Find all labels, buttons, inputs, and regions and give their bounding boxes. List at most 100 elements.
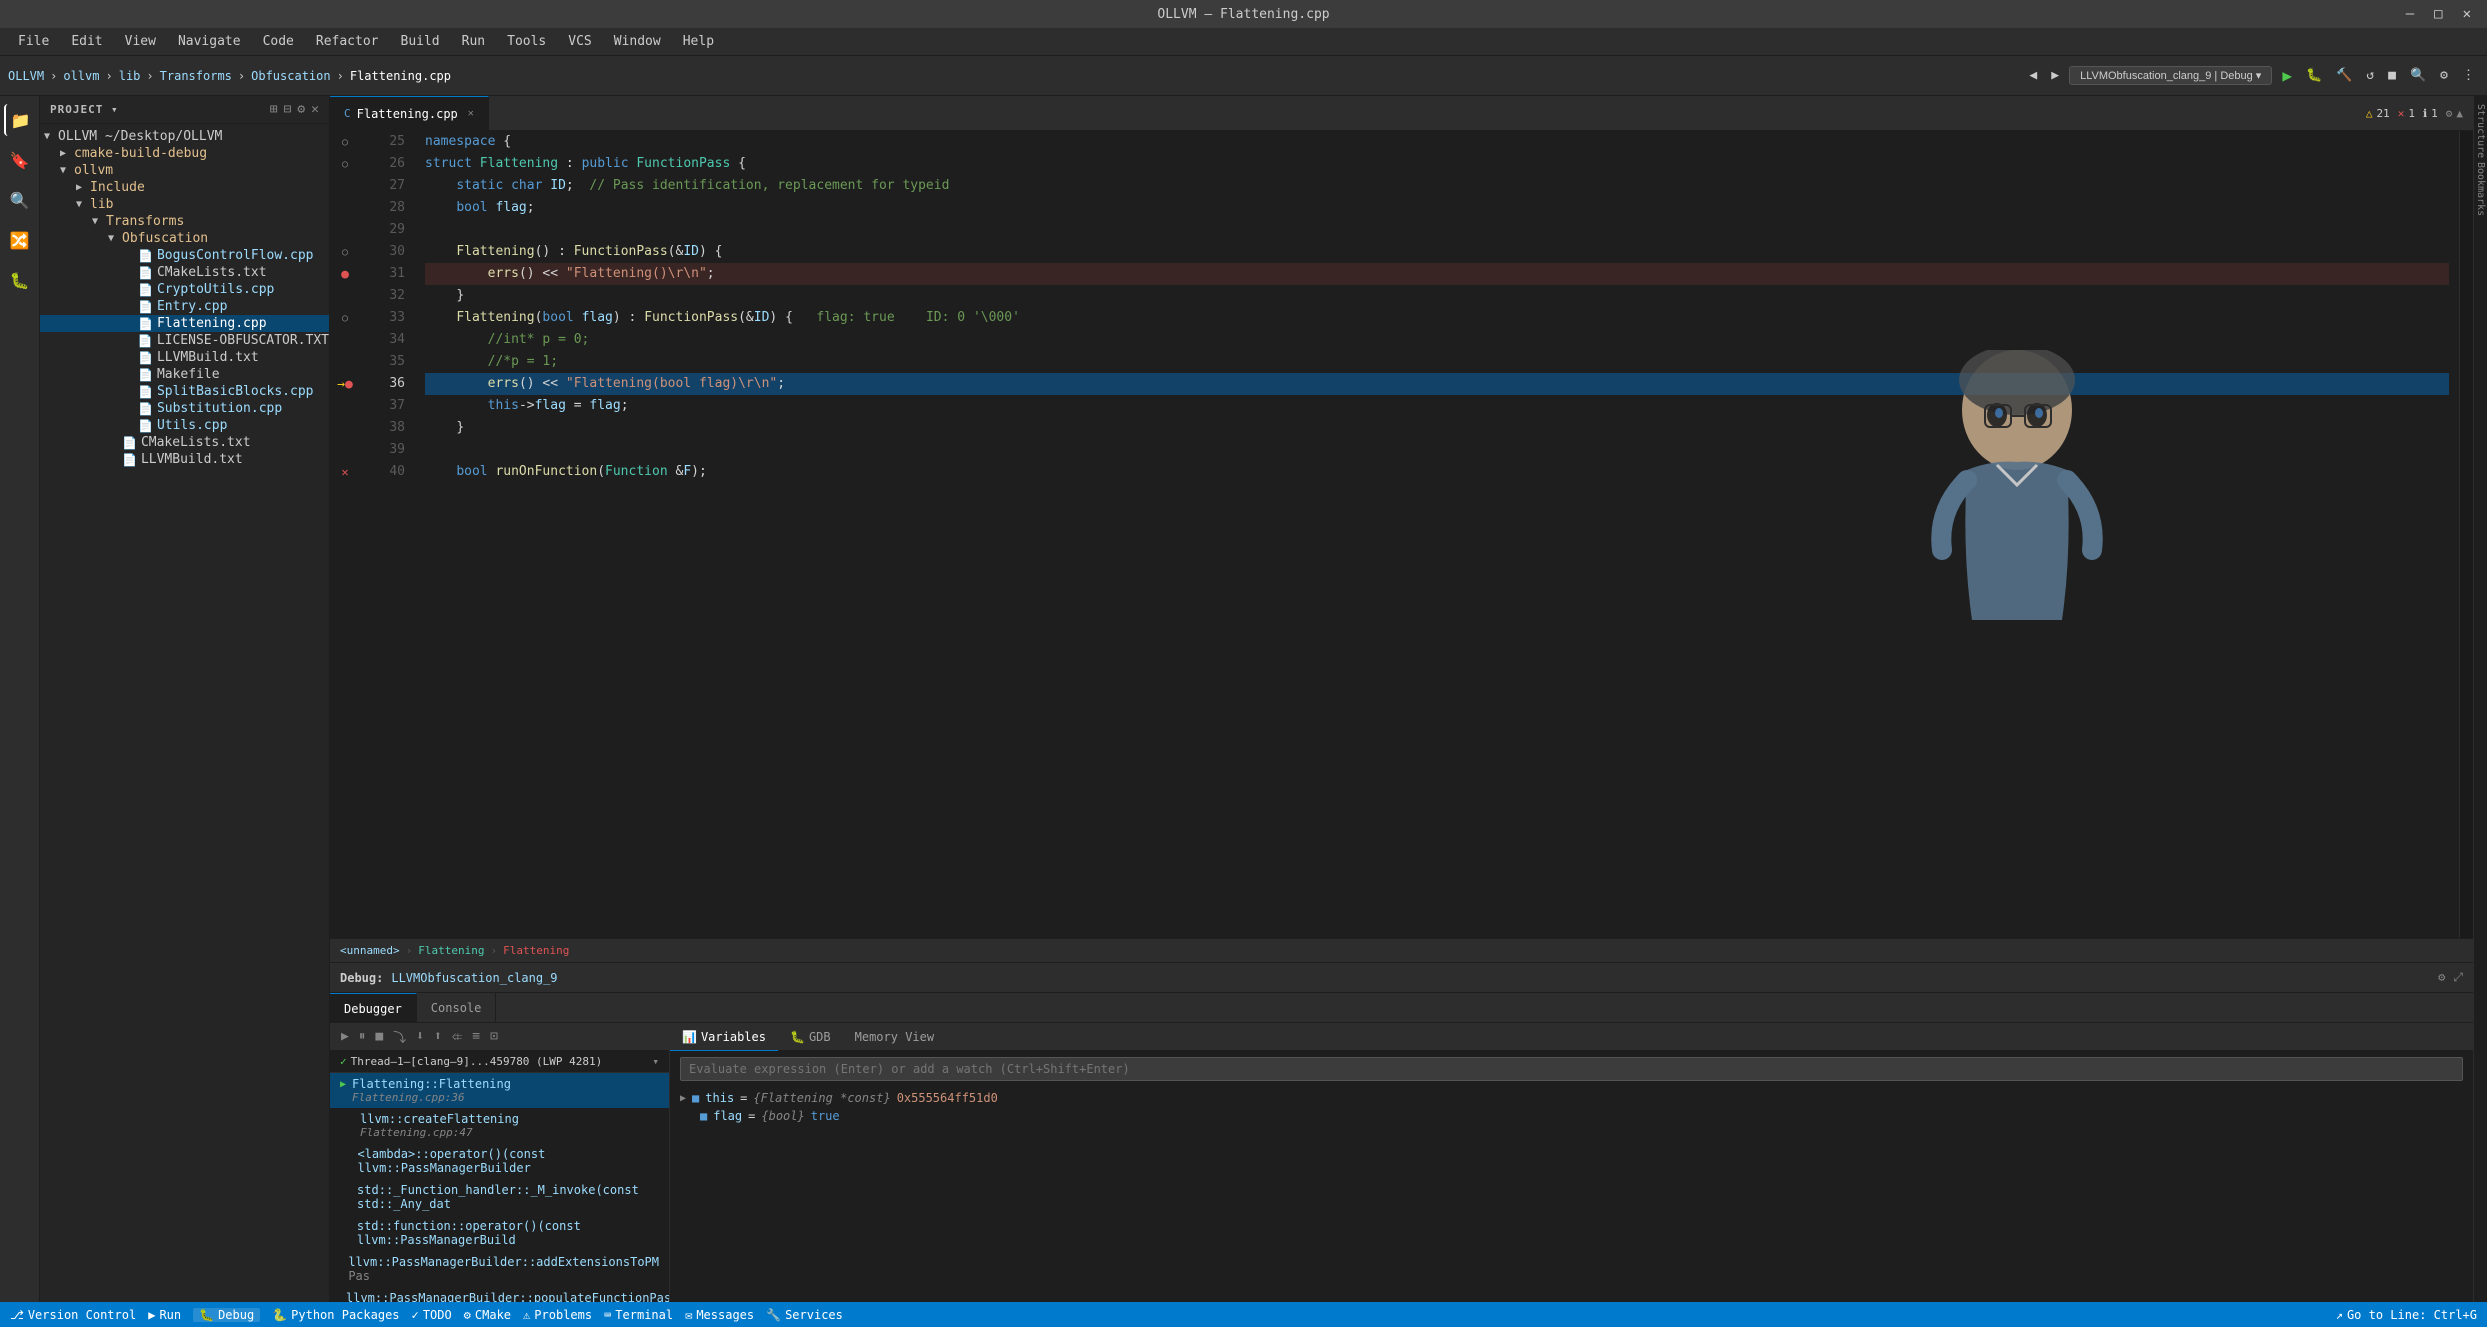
status-todo[interactable]: ✓ TODO	[412, 1308, 452, 1322]
editor-scrollbar[interactable]	[2459, 131, 2473, 938]
debug-tab-debugger[interactable]: Debugger	[330, 993, 417, 1023]
tab-memory[interactable]: Memory View	[843, 1023, 946, 1051]
structure-tab[interactable]: Structure	[2475, 104, 2486, 158]
run-config-btn[interactable]: LLVMObfuscation_clang_9 | Debug ▾	[2069, 66, 2272, 85]
bc-flattening1[interactable]: Flattening	[418, 944, 484, 957]
menu-vcs[interactable]: VCS	[558, 32, 601, 51]
code-editor[interactable]: ○ ○ ○ ● ○ → ●	[330, 131, 2473, 962]
cs-item-0[interactable]: ▶ Flattening::Flattening Flattening.cpp:…	[330, 1073, 669, 1108]
breadcrumb-file[interactable]: Flattening.cpp	[350, 69, 451, 83]
status-problems[interactable]: ⚠ Problems	[523, 1308, 592, 1322]
side-debug-icon[interactable]: 🐛	[4, 264, 36, 296]
cs-item-4[interactable]: std::function::operator()(const llvm::Pa…	[330, 1215, 669, 1251]
eval-expr-btn[interactable]: ≡	[469, 1027, 483, 1046]
toolbar-search[interactable]: 🔍	[2406, 66, 2430, 85]
breadcrumb-lib[interactable]: lib	[119, 69, 141, 83]
menu-help[interactable]: Help	[673, 32, 724, 51]
tree-substitution[interactable]: ▶ 📄 Substitution.cpp	[40, 400, 329, 417]
tree-root[interactable]: ▼ OLLVM ~/Desktop/OLLVM	[40, 128, 329, 145]
frames-btn[interactable]: ⊡	[487, 1027, 501, 1046]
status-goto-line[interactable]: ↗ Go to Line: Ctrl+G	[2336, 1308, 2477, 1322]
tree-entry[interactable]: ▶ 📄 Entry.cpp	[40, 298, 329, 315]
cs-item-1[interactable]: llvm::createFlattening Flattening.cpp:47	[330, 1108, 669, 1143]
status-python-packages[interactable]: 🐍 Python Packages	[272, 1308, 399, 1322]
tree-close-icon[interactable]: ✕	[311, 102, 319, 117]
status-version-control[interactable]: ⎇ Version Control	[10, 1308, 136, 1322]
tree-lib[interactable]: ▼ lib	[40, 196, 329, 213]
code-content[interactable]: namespace { struct Flattening : public F…	[415, 131, 2459, 938]
tree-license[interactable]: ▶ 📄 LICENSE-OBFUSCATOR.TXT	[40, 332, 329, 349]
side-project-icon[interactable]: 📁	[4, 104, 36, 136]
tree-expand-icon[interactable]: ⊞	[270, 102, 278, 117]
tree-transforms[interactable]: ▼ Transforms	[40, 213, 329, 230]
pause-btn[interactable]: ⏸	[356, 1027, 369, 1046]
toolbar-refresh[interactable]: ↺	[2362, 66, 2378, 85]
cs-item-3[interactable]: std::_Function_handler::_M_invoke(const …	[330, 1179, 669, 1215]
cs-item-5[interactable]: llvm::PassManagerBuilder::addExtensionsT…	[330, 1251, 669, 1287]
debug-settings-icon[interactable]: ⚙	[2438, 970, 2445, 985]
toolbar-settings[interactable]: ⚙	[2436, 66, 2452, 85]
run-to-cursor-btn[interactable]: ⤂	[449, 1027, 465, 1046]
tree-include[interactable]: ▶ Include	[40, 179, 329, 196]
debug-expand-icon[interactable]: ⤢	[2453, 970, 2463, 985]
tree-cmake2[interactable]: ▶ 📄 CMakeLists.txt	[40, 434, 329, 451]
minimize-btn[interactable]: —	[2400, 4, 2420, 24]
status-cmake[interactable]: ⚙ CMake	[464, 1308, 511, 1322]
tab-variables[interactable]: 📊 Variables	[670, 1023, 778, 1051]
maximize-btn[interactable]: □	[2428, 4, 2448, 24]
tab-up-icon[interactable]: ▲	[2456, 107, 2463, 120]
resume-btn[interactable]: ▶	[338, 1027, 352, 1046]
toolbar-stop[interactable]: ■	[2384, 66, 2400, 85]
status-messages[interactable]: ✉ Messages	[685, 1308, 754, 1322]
tab-settings-icon[interactable]: ⚙	[2446, 107, 2453, 120]
toolbar-arrow-left[interactable]: ◀	[2025, 66, 2041, 85]
tab-gdb[interactable]: 🐛 GDB	[778, 1023, 843, 1051]
menu-view[interactable]: View	[115, 32, 166, 51]
tree-llvmbuild[interactable]: ▶ 📄 LLVMBuild.txt	[40, 349, 329, 366]
side-find-icon[interactable]: 🔍	[4, 184, 36, 216]
tree-bogus[interactable]: ▶ 📄 BogusControlFlow.cpp	[40, 247, 329, 264]
tree-llvmbuild2[interactable]: ▶ 📄 LLVMBuild.txt	[40, 451, 329, 468]
bc-flattening2[interactable]: Flattening	[503, 944, 569, 957]
cs-item-2[interactable]: <lambda>::operator()(const llvm::PassMan…	[330, 1143, 669, 1179]
debug-config[interactable]: LLVMObfuscation_clang_9	[391, 971, 557, 985]
breadcrumb-transforms[interactable]: Transforms	[160, 69, 232, 83]
eval-input[interactable]	[680, 1057, 2463, 1081]
status-debug[interactable]: 🐛 Debug	[193, 1308, 260, 1322]
step-into-btn[interactable]: ⬇	[413, 1027, 427, 1046]
menu-refactor[interactable]: Refactor	[306, 32, 389, 51]
debug-btn[interactable]: 🐛	[2302, 66, 2326, 85]
breadcrumb-ollvm2[interactable]: ollvm	[63, 69, 99, 83]
menu-file[interactable]: File	[8, 32, 59, 51]
tree-cmake-lists[interactable]: ▶ 📄 CMakeLists.txt	[40, 264, 329, 281]
menu-build[interactable]: Build	[391, 32, 450, 51]
stop-btn[interactable]: ■	[372, 1027, 386, 1046]
close-btn[interactable]: ✕	[2457, 4, 2477, 24]
step-out-btn[interactable]: ⬆	[431, 1027, 445, 1046]
step-over-btn[interactable]: ⤵	[390, 1025, 409, 1048]
window-controls[interactable]: — □ ✕	[2400, 4, 2477, 24]
menu-navigate[interactable]: Navigate	[168, 32, 251, 51]
tree-flattening[interactable]: ▶ 📄 Flattening.cpp	[40, 315, 329, 332]
breadcrumb-obfuscation[interactable]: Obfuscation	[251, 69, 330, 83]
toolbar-more[interactable]: ⋮	[2458, 66, 2479, 85]
tree-settings-icon[interactable]: ⚙	[297, 102, 305, 117]
run-btn[interactable]: ▶	[2278, 64, 2296, 87]
side-vcs-icon[interactable]: 🔀	[4, 224, 36, 256]
cs-item-6[interactable]: llvm::PassManagerBuilder::populateFuncti…	[330, 1287, 669, 1302]
side-bookmarks-icon[interactable]: 🔖	[4, 144, 36, 176]
debug-tab-console[interactable]: Console	[417, 993, 497, 1023]
bc-unnamed[interactable]: <unnamed>	[340, 944, 400, 957]
tab-flattening[interactable]: C Flattening.cpp ✕	[330, 96, 489, 131]
tree-crypto[interactable]: ▶ 📄 CryptoUtils.cpp	[40, 281, 329, 298]
var-this-expand[interactable]: ▶	[680, 1093, 686, 1104]
bookmarks-tab[interactable]: Bookmarks	[2475, 162, 2486, 216]
breadcrumb-ollvm[interactable]: OLLVM	[8, 69, 44, 83]
menu-run[interactable]: Run	[452, 32, 495, 51]
menu-tools[interactable]: Tools	[497, 32, 556, 51]
build-btn[interactable]: 🔨	[2332, 66, 2356, 85]
status-run[interactable]: ▶ Run	[148, 1308, 181, 1322]
tree-split[interactable]: ▶ 📄 SplitBasicBlocks.cpp	[40, 383, 329, 400]
status-terminal[interactable]: ⌨ Terminal	[604, 1308, 673, 1322]
tree-obfuscation[interactable]: ▼ Obfuscation	[40, 230, 329, 247]
